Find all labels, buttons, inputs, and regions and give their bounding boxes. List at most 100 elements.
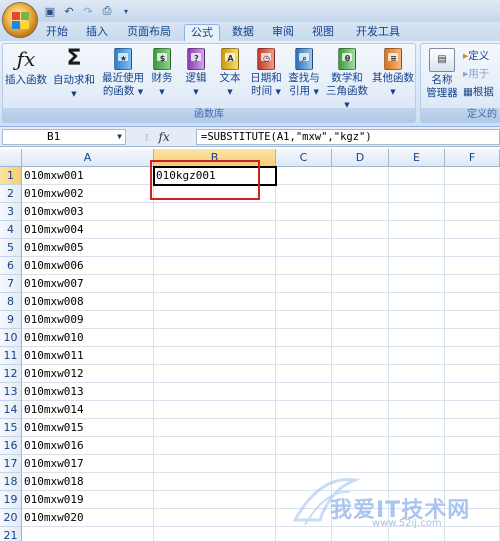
cell-e[interactable] (389, 257, 445, 275)
office-button[interactable] (2, 2, 38, 38)
cell-f[interactable] (445, 329, 500, 347)
cell-f[interactable] (445, 203, 500, 221)
row-header[interactable]: 20 (0, 509, 22, 527)
cell-c[interactable] (276, 437, 332, 455)
cell-b[interactable] (154, 275, 276, 293)
formula-input[interactable]: =SUBSTITUTE(A1,"mxw","kgz") (196, 129, 500, 145)
cell-d[interactable] (332, 383, 389, 401)
cell-e[interactable] (389, 401, 445, 419)
redo-icon[interactable]: ↷ (80, 3, 96, 19)
cell-a[interactable]: 010mxw002 (22, 185, 154, 203)
cell-d[interactable] (332, 185, 389, 203)
more-functions-button[interactable]: ≡ 其他函数 ▼ (371, 46, 415, 99)
autosum-button[interactable]: Σ 自动求和 ▼ (51, 46, 97, 101)
cell-f[interactable] (445, 185, 500, 203)
cell-c[interactable] (276, 167, 332, 185)
cell-c[interactable] (276, 347, 332, 365)
cell-a[interactable]: 010mxw006 (22, 257, 154, 275)
cell-c[interactable] (276, 401, 332, 419)
row-header[interactable]: 13 (0, 383, 22, 401)
cell-b[interactable] (154, 383, 276, 401)
cell-f[interactable] (445, 257, 500, 275)
cell-f[interactable] (445, 239, 500, 257)
cell-a[interactable]: 010mxw012 (22, 365, 154, 383)
cell-b[interactable] (154, 365, 276, 383)
row-header[interactable]: 9 (0, 311, 22, 329)
tab-developer[interactable]: 开发工具 (350, 24, 406, 41)
cell-e[interactable] (389, 329, 445, 347)
cell-f[interactable] (445, 221, 500, 239)
cell-a[interactable]: 010mxw019 (22, 491, 154, 509)
cell-b[interactable] (154, 473, 276, 491)
cell-e[interactable] (389, 275, 445, 293)
cell-d[interactable] (332, 347, 389, 365)
cell-f[interactable] (445, 383, 500, 401)
tab-insert[interactable]: 插入 (82, 24, 112, 41)
cell-a[interactable]: 010mxw004 (22, 221, 154, 239)
row-header[interactable]: 1 (0, 167, 22, 185)
chevron-down-icon[interactable]: ▼ (117, 130, 122, 144)
cell-a[interactable]: 010mxw001 (22, 167, 154, 185)
row-header[interactable]: 10 (0, 329, 22, 347)
cell-e[interactable] (389, 419, 445, 437)
cell-a[interactable]: 010mxw014 (22, 401, 154, 419)
use-in-formula-button[interactable]: ▸用于 (463, 66, 489, 81)
cell-b[interactable] (154, 527, 276, 541)
row-header[interactable]: 2 (0, 185, 22, 203)
cell-a[interactable]: 010mxw010 (22, 329, 154, 347)
row-header[interactable]: 15 (0, 419, 22, 437)
date-time-button[interactable]: ◷ 日期和 时间 ▼ (247, 46, 285, 99)
cell-c[interactable] (276, 365, 332, 383)
cell-c[interactable] (276, 419, 332, 437)
insert-function-icon[interactable]: fx (159, 130, 170, 144)
row-header[interactable]: 18 (0, 473, 22, 491)
tab-page-layout[interactable]: 页面布局 (123, 24, 175, 41)
cell-d[interactable] (332, 329, 389, 347)
cell-d[interactable] (332, 311, 389, 329)
column-header-e[interactable]: E (389, 149, 445, 167)
tab-data[interactable]: 数据 (228, 24, 258, 41)
column-header-a[interactable]: A (22, 149, 154, 167)
row-header[interactable]: 14 (0, 401, 22, 419)
row-header[interactable]: 19 (0, 491, 22, 509)
cell-d[interactable] (332, 293, 389, 311)
logical-button[interactable]: ? 逻辑 ▼ (181, 46, 211, 99)
tab-view[interactable]: 视图 (308, 24, 338, 41)
cell-b[interactable] (154, 455, 276, 473)
define-name-button[interactable]: ▸定义 (463, 48, 489, 63)
cell-e[interactable] (389, 311, 445, 329)
tab-formulas[interactable]: 公式 (184, 24, 220, 41)
financial-button[interactable]: $ 财务 ▼ (147, 46, 177, 99)
cell-e[interactable] (389, 185, 445, 203)
cell-d[interactable] (332, 221, 389, 239)
cell-e[interactable] (389, 473, 445, 491)
cell-b[interactable] (154, 509, 276, 527)
row-header[interactable]: 5 (0, 239, 22, 257)
column-header-c[interactable]: C (276, 149, 332, 167)
cell-a[interactable] (22, 527, 154, 541)
cell-f[interactable] (445, 167, 500, 185)
cell-a[interactable]: 010mxw018 (22, 473, 154, 491)
cell-c[interactable] (276, 221, 332, 239)
cell-b[interactable] (154, 293, 276, 311)
tab-review[interactable]: 审阅 (268, 24, 298, 41)
cell-d[interactable] (332, 239, 389, 257)
cell-b[interactable] (154, 437, 276, 455)
drag-handle-icon[interactable]: ⁝ (145, 131, 149, 144)
cell-d[interactable] (332, 203, 389, 221)
lookup-reference-button[interactable]: ⌕ 查找与 引用 ▼ (285, 46, 323, 99)
cell-a[interactable]: 010mxw020 (22, 509, 154, 527)
row-header[interactable]: 6 (0, 257, 22, 275)
row-header[interactable]: 11 (0, 347, 22, 365)
cell-c[interactable] (276, 383, 332, 401)
cell-d[interactable] (332, 365, 389, 383)
cell-c[interactable] (276, 185, 332, 203)
create-from-selection-button[interactable]: ▦根据 (463, 84, 494, 99)
cell-d[interactable] (332, 401, 389, 419)
cell-f[interactable] (445, 293, 500, 311)
row-header[interactable]: 8 (0, 293, 22, 311)
cell-c[interactable] (276, 311, 332, 329)
name-box[interactable]: B1 ▼ (2, 129, 126, 145)
cell-e[interactable] (389, 437, 445, 455)
cell-f[interactable] (445, 473, 500, 491)
